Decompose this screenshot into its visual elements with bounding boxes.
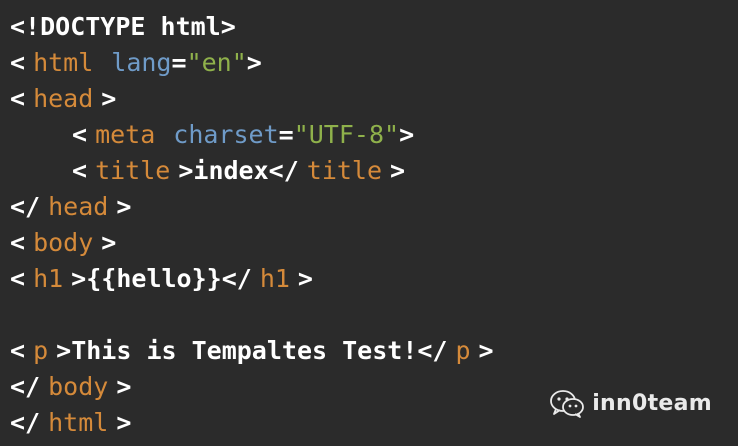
closing-tag-open-bracket: </	[221, 264, 252, 293]
wechat-icon	[550, 390, 585, 418]
tag-close-bracket: >	[101, 84, 117, 113]
tag-open-bracket: <	[10, 84, 26, 113]
tag-name-p: p	[455, 336, 471, 365]
tag-name-h1: h1	[259, 264, 290, 293]
code-line-html-open: < html lang="en">	[10, 45, 738, 81]
tag-close-bracket: >	[178, 156, 194, 185]
watermark-text: inn0team	[592, 391, 712, 416]
code-line-doctype: <!DOCTYPE html>	[10, 9, 738, 45]
tag-close-bracket: >	[116, 192, 132, 221]
code-line-head-close: </head >	[10, 189, 738, 225]
tag-close-bracket: >	[478, 336, 494, 365]
tag-name-title: title	[306, 156, 383, 185]
tag-name-html: html	[33, 48, 94, 77]
code-line-body-open: < body >	[10, 225, 738, 261]
paragraph-text: This is Tempaltes Test!	[71, 336, 418, 365]
closing-tag-open-bracket: </	[268, 156, 299, 185]
tag-close-bracket: >	[116, 372, 132, 401]
closing-tag-open-bracket: </	[10, 408, 41, 437]
tag-name-body: body	[33, 228, 94, 257]
doctype-declaration: <!DOCTYPE html>	[10, 12, 236, 41]
code-line-meta: < meta charset="UTF-8">	[10, 117, 738, 153]
tag-open-bracket: <	[10, 264, 26, 293]
attr-name-charset: charset	[173, 120, 279, 149]
closing-tag-open-bracket: </	[417, 336, 448, 365]
tag-name-title: title	[95, 156, 171, 185]
closing-tag-open-bracket: </	[10, 372, 41, 401]
tag-close-bracket: >	[246, 48, 262, 77]
attr-equals: =	[278, 120, 294, 149]
tag-close-bracket: >	[297, 264, 313, 293]
tag-open-bracket: <	[72, 156, 88, 185]
watermark: inn0team	[550, 386, 712, 422]
code-line-head-open: < head >	[10, 81, 738, 117]
tag-close-bracket: >	[71, 264, 87, 293]
tag-close-bracket: >	[399, 120, 415, 149]
tag-open-bracket: <	[10, 48, 26, 77]
code-line-h1: < h1 >{{hello}}</h1 >	[10, 261, 738, 297]
h1-template-expression: {{hello}}	[86, 264, 222, 293]
code-editor: <!DOCTYPE html> < html lang="en"> < head > <…	[0, 0, 738, 446]
attr-value-lang: "en"	[186, 48, 247, 77]
tag-open-bracket: <	[10, 228, 26, 257]
tag-open-bracket: <	[72, 120, 88, 149]
tag-name-head: head	[48, 192, 109, 221]
tag-name-h1: h1	[33, 264, 64, 293]
tag-close-bracket: >	[101, 228, 117, 257]
tag-open-bracket: <	[10, 336, 26, 365]
tag-close-bracket: >	[390, 156, 406, 185]
tag-name-head: head	[33, 84, 94, 113]
attr-value-charset: "UTF-8"	[293, 120, 400, 149]
title-text: index	[193, 156, 269, 185]
tag-name-meta: meta	[95, 120, 156, 149]
attr-name-lang: lang	[111, 48, 172, 77]
tag-close-bracket: >	[116, 408, 132, 437]
tag-name-body: body	[48, 372, 109, 401]
tag-name-p: p	[33, 336, 49, 365]
attr-equals: =	[171, 48, 187, 77]
tag-name-html: html	[48, 408, 109, 437]
closing-tag-open-bracket: </	[10, 192, 41, 221]
code-line-title: < title >index</title >	[10, 153, 738, 189]
code-line-p: < p >This is Tempaltes Test!</p >	[10, 333, 738, 369]
tag-close-bracket: >	[56, 336, 72, 365]
